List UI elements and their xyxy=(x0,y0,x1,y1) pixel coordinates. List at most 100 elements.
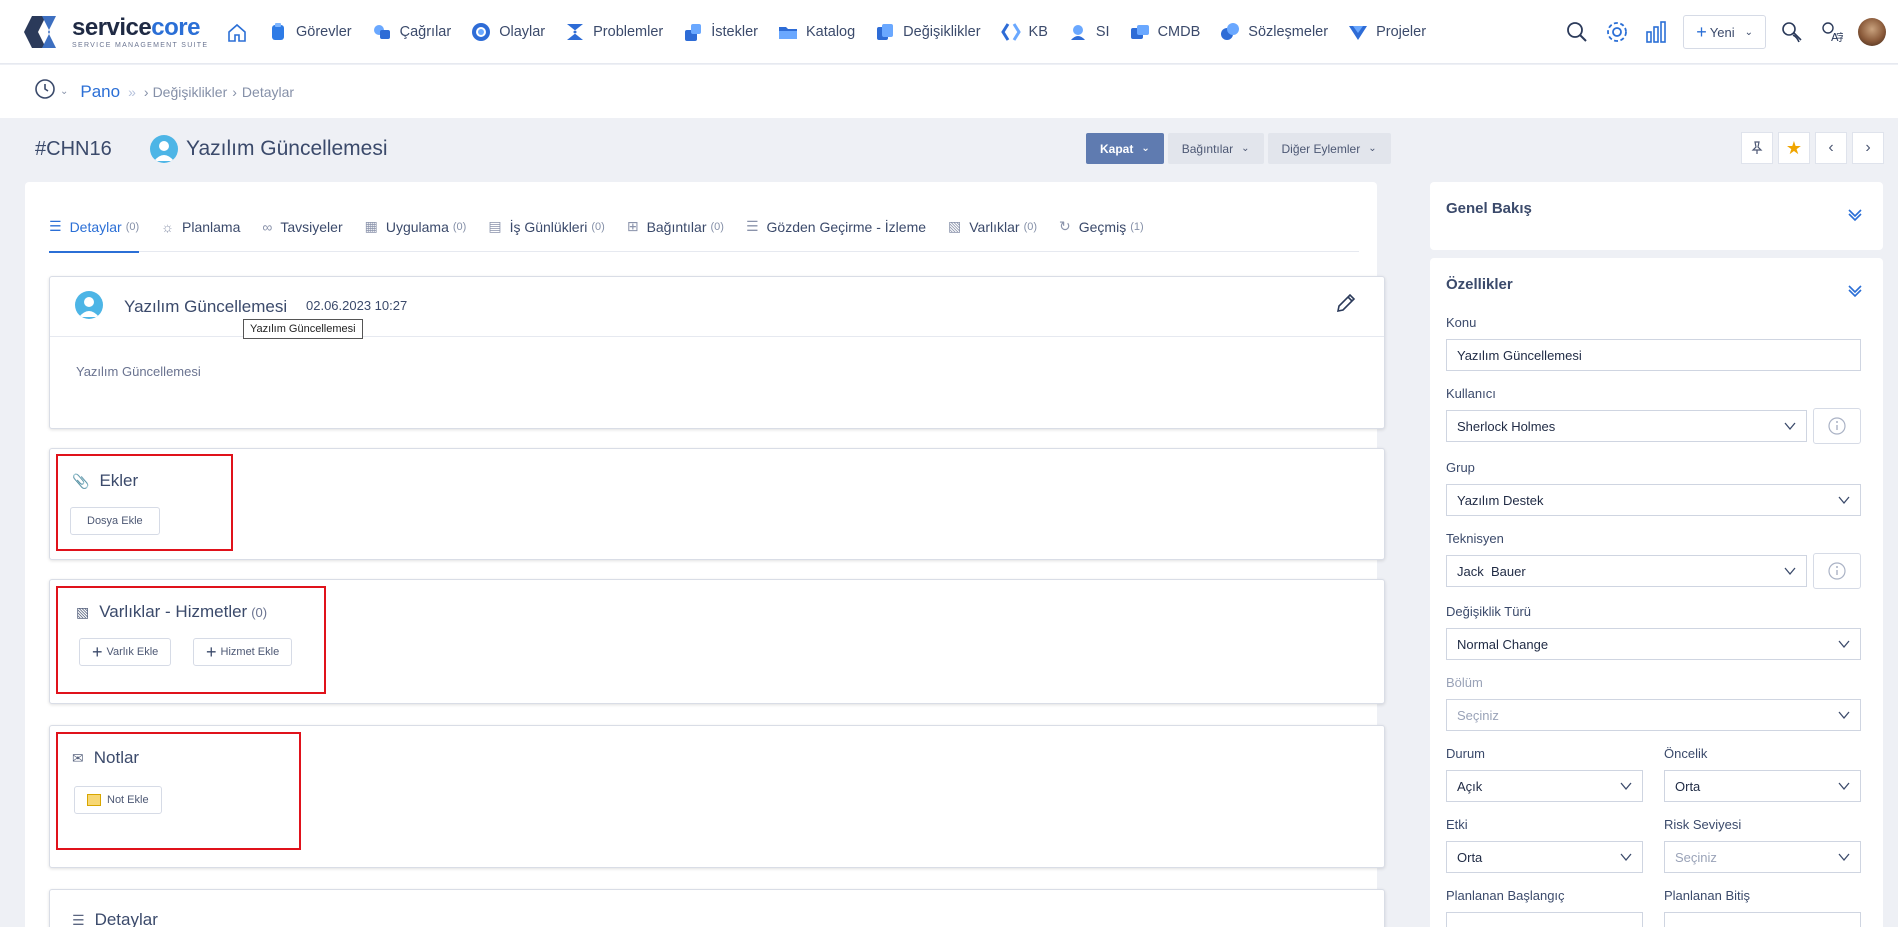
record-nav-buttons: ★ ‹ › xyxy=(1736,132,1884,164)
tab-label: Gözden Geçirme - İzleme xyxy=(766,218,927,235)
planned-start-label: Planlanan Başlangıç xyxy=(1446,888,1565,903)
priority-value: Orta xyxy=(1675,778,1701,794)
chevron-left-icon[interactable]: ‹ xyxy=(1815,132,1847,164)
nav-label: KB xyxy=(1028,24,1048,40)
impact-select[interactable]: Orta xyxy=(1446,841,1643,873)
new-button[interactable]: + Yeni ⌄ xyxy=(1683,15,1766,49)
tab-planlama[interactable]: ☼ Planlama xyxy=(161,202,240,252)
pin-icon[interactable] xyxy=(1741,132,1773,164)
calls-icon xyxy=(372,22,392,42)
nav-label: Olaylar xyxy=(499,24,546,40)
status-select[interactable]: Açık xyxy=(1446,770,1643,802)
planned-end-input[interactable] xyxy=(1664,912,1861,927)
planned-start-input[interactable] xyxy=(1446,912,1643,927)
chevron-down-icon xyxy=(1838,782,1850,791)
logo-subtitle: SERVICE MANAGEMENT SUITE xyxy=(72,41,209,49)
top-navbar: servicecore SERVICE MANAGEMENT SUITE Gör… xyxy=(0,0,1898,64)
info-icon[interactable] xyxy=(1813,553,1861,589)
nav-cagrilar[interactable]: Çağrılar xyxy=(372,0,451,64)
breadcrumb-changes[interactable]: Değişiklikler xyxy=(153,84,228,100)
breadcrumb-home[interactable]: Pano xyxy=(80,82,120,102)
nav-sozlesmeler[interactable]: Sözleşmeler xyxy=(1220,0,1328,64)
user-search-icon[interactable] xyxy=(1772,0,1812,64)
cmdb-icon xyxy=(1130,22,1150,42)
nav-problemler[interactable]: Problemler xyxy=(565,0,663,64)
logo-name-part2: core xyxy=(151,13,200,41)
nav-home[interactable] xyxy=(226,0,254,64)
risk-level-select[interactable]: Seçiniz xyxy=(1664,841,1861,873)
nav-katalog[interactable]: Katalog xyxy=(778,0,855,64)
user-select-value: Sherlock Holmes xyxy=(1457,418,1556,434)
user-select[interactable]: Sherlock Holmes xyxy=(1446,410,1807,442)
changes-icon xyxy=(875,22,895,42)
breadcrumb-separator-dot: › xyxy=(232,83,237,100)
nav-label: Problemler xyxy=(593,24,664,40)
tab-bagintilar[interactable]: ⊞ Bağıntılar (0) xyxy=(627,202,724,252)
nav-label: Değişiklikler xyxy=(903,24,981,40)
priority-select[interactable]: Orta xyxy=(1664,770,1861,802)
tab-count: (0) xyxy=(591,220,605,233)
tab-gecmis[interactable]: ↻ Geçmiş (1) xyxy=(1059,202,1144,252)
overview-panel[interactable]: Genel Bakış xyxy=(1430,182,1883,250)
double-chevron-icon: » xyxy=(128,83,136,100)
language-icon[interactable]: A字 xyxy=(1812,0,1852,64)
calendar-icon: ▦ xyxy=(364,218,378,234)
history-clock-icon[interactable] xyxy=(34,78,56,105)
tab-label: Tavsiyeler xyxy=(280,218,343,235)
nav-kb[interactable]: KB xyxy=(1000,0,1048,64)
nav-istekler[interactable]: İstekler xyxy=(683,0,758,64)
close-ticket-button[interactable]: Kapat ⌄ xyxy=(1086,133,1164,164)
change-type-label: Değişiklik Türü xyxy=(1446,604,1532,619)
search-icon[interactable] xyxy=(1557,0,1597,64)
technician-select[interactable]: Jack Bauer xyxy=(1446,555,1807,587)
chevron-right-icon[interactable]: › xyxy=(1852,132,1884,164)
nav-olaylar[interactable]: Olaylar xyxy=(471,0,545,64)
layers-icon: ☰ xyxy=(745,218,759,234)
other-actions-button[interactable]: Diğer Eylemler ⌄ xyxy=(1267,133,1391,164)
main-nav: Görevler Çağrılar Olaylar Problemler İst… xyxy=(226,0,1446,64)
tab-varliklar[interactable]: ▧ Varlıklar (0) xyxy=(948,202,1037,252)
properties-panel: Özellikler Konu Yazılım Güncellemesi Kul… xyxy=(1430,258,1883,927)
nav-projeler[interactable]: Projeler xyxy=(1348,0,1426,64)
department-placeholder: Seçiniz xyxy=(1457,707,1499,723)
group-select[interactable]: Yazılım Destek xyxy=(1446,484,1861,516)
pencil-edit-icon[interactable] xyxy=(1334,291,1358,315)
tab-is-gunlukleri[interactable]: ▤ İş Günlükleri (0) xyxy=(488,202,605,252)
gear-icon[interactable] xyxy=(1597,0,1637,64)
nav-si[interactable]: SI xyxy=(1068,0,1110,64)
ticket-titlebar: #CHN16 Yazılım Güncellemesi Kapat ⌄ Bağın… xyxy=(0,118,1898,178)
star-icon[interactable]: ★ xyxy=(1778,132,1810,164)
tasks-icon xyxy=(268,22,288,42)
tab-count: (1) xyxy=(1130,220,1144,233)
tab-count: (0) xyxy=(452,220,467,233)
nav-cmdb[interactable]: CMDB xyxy=(1130,0,1200,64)
breadcrumb: ⌄ Pano » › Değişiklikler › Detaylar xyxy=(0,65,1898,118)
department-select[interactable]: Seçiniz xyxy=(1446,699,1861,731)
tab-tavsiyeler[interactable]: ∞ Tavsiyeler xyxy=(262,202,342,252)
contracts-icon xyxy=(1220,22,1240,42)
chevron-down-icon[interactable] xyxy=(1847,282,1863,298)
user-avatar[interactable] xyxy=(1858,18,1886,46)
tab-uygulama[interactable]: ▦ Uygulama (0) xyxy=(365,202,467,252)
risk-level-label: Risk Seviyesi xyxy=(1664,817,1742,832)
chevron-down-icon[interactable] xyxy=(1847,206,1863,222)
user-icon xyxy=(75,291,103,319)
tab-gozden-gecirme[interactable]: ☰ Gözden Geçirme - İzleme xyxy=(746,202,926,252)
reports-chart-icon[interactable] xyxy=(1637,0,1677,64)
relations-button[interactable]: Bağıntılar ⌄ xyxy=(1167,133,1264,164)
subject-input[interactable]: Yazılım Güncellemesi xyxy=(1446,339,1861,371)
tab-detaylar[interactable]: ☰ Detaylar (0) xyxy=(49,202,140,253)
description-date: 02.06.2023 10:27 xyxy=(306,298,408,313)
info-icon[interactable] xyxy=(1813,408,1861,444)
chevron-down-icon[interactable]: ⌄ xyxy=(60,86,68,97)
planned-end-label: Planlanan Bitiş xyxy=(1664,888,1750,903)
nav-gorevler[interactable]: Görevler xyxy=(268,0,352,64)
nav-degisiklikler[interactable]: Değişiklikler xyxy=(875,0,981,64)
history-icon: ↻ xyxy=(1059,218,1071,234)
nav-label: Katalog xyxy=(805,24,856,40)
change-type-select[interactable]: Normal Change xyxy=(1446,628,1861,660)
new-button-label: Yeni xyxy=(1709,24,1735,40)
nav-label: Projeler xyxy=(1376,24,1427,40)
tab-label: Uygulama xyxy=(385,218,449,235)
servicecore-logo[interactable]: servicecore SERVICE MANAGEMENT SUITE xyxy=(24,12,208,52)
